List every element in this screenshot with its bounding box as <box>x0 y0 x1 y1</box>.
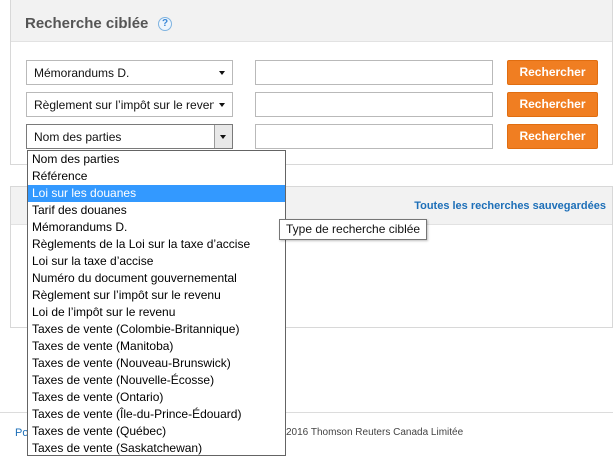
dropdown-option[interactable]: Taxes de vente (Québec) <box>28 423 285 440</box>
dropdown-option[interactable]: Tarif des douanes <box>28 202 285 219</box>
search-type-dropdown-list: Nom des parties Référence Loi sur les doua… <box>27 150 286 456</box>
dropdown-option[interactable]: Taxes de vente (Nouveau-Brunswick) <box>28 355 285 372</box>
panel-title: Recherche ciblée <box>25 15 149 32</box>
chevron-down-icon <box>220 135 226 139</box>
search-term-input-3[interactable] <box>255 124 493 149</box>
search-button-3[interactable]: Rechercher <box>507 124 598 149</box>
search-term-input-2[interactable] <box>255 92 493 117</box>
dropdown-option[interactable]: Règlement sur l’impôt sur le revenu <box>28 287 285 304</box>
search-type-select-3-value: Nom des parties <box>34 130 122 144</box>
dropdown-option[interactable]: Taxes de vente (Colombie-Britannique) <box>28 321 285 338</box>
search-type-select-3[interactable]: Nom des parties <box>26 124 233 149</box>
copyright-text: 2016 Thomson Reuters Canada Limitée <box>286 427 464 438</box>
chevron-down-icon <box>219 71 225 75</box>
search-type-select-2-value: Règlement sur l’impôt sur le revenu <box>34 98 214 112</box>
chevron-down-icon <box>219 103 225 107</box>
dropdown-option[interactable]: Loi sur la taxe d’accise <box>28 253 285 270</box>
search-term-input-1[interactable] <box>255 60 493 85</box>
dropdown-option[interactable]: Numéro du document gouvernemental <box>28 270 285 287</box>
dropdown-toggle[interactable] <box>214 125 232 148</box>
tooltip: Type de recherche ciblée <box>279 219 428 240</box>
panel-header: Recherche ciblée ? <box>11 0 612 42</box>
all-saved-searches-link[interactable]: Toutes les recherches sauvegardées <box>414 200 606 212</box>
dropdown-option[interactable]: Nom des parties <box>28 151 285 168</box>
dropdown-option[interactable]: Loi de l’impôt sur le revenu <box>28 304 285 321</box>
dropdown-option[interactable]: Taxes de vente (Saskatchewan) <box>28 440 285 455</box>
dropdown-option[interactable]: Taxes de vente (Nouvelle-Écosse) <box>28 372 285 389</box>
dropdown-option[interactable]: Référence <box>28 168 285 185</box>
dropdown-option[interactable]: Taxes de vente (Ontario) <box>28 389 285 406</box>
search-button-1[interactable]: Rechercher <box>507 60 598 85</box>
dropdown-option[interactable]: Règlements de la Loi sur la taxe d’accis… <box>28 236 285 253</box>
dropdown-option[interactable]: Loi sur les douanes <box>28 185 285 202</box>
help-icon[interactable]: ? <box>158 17 172 31</box>
search-type-select-1-value: Mémorandums D. <box>34 66 130 80</box>
dropdown-option[interactable]: Taxes de vente (Manitoba) <box>28 338 285 355</box>
search-button-2[interactable]: Rechercher <box>507 92 598 117</box>
search-type-select-1[interactable]: Mémorandums D. <box>26 60 233 85</box>
dropdown-option[interactable]: Mémorandums D. <box>28 219 285 236</box>
dropdown-option[interactable]: Taxes de vente (Île-du-Prince-Édouard) <box>28 406 285 423</box>
search-type-select-2[interactable]: Règlement sur l’impôt sur le revenu <box>26 92 233 117</box>
